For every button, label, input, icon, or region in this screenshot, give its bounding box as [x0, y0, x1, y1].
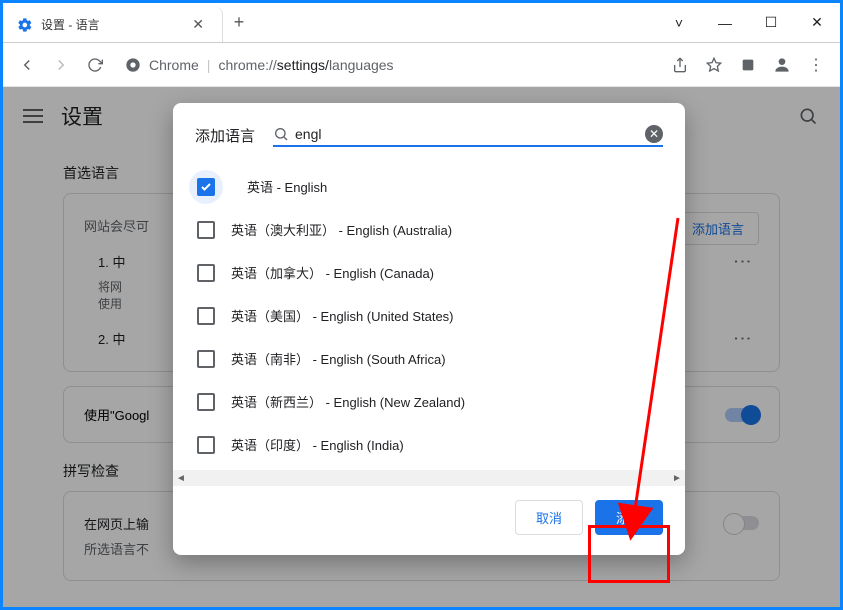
list-item[interactable]: 英语（新西兰） - English (New Zealand) [173, 380, 685, 423]
browser-tab[interactable]: 设置 - 语言 ✕ [3, 7, 223, 42]
star-icon[interactable] [700, 51, 728, 79]
maximize-button[interactable]: ☐ [748, 3, 794, 42]
share-icon[interactable] [666, 51, 694, 79]
list-item[interactable]: 英语（南非） - English (South Africa) [173, 337, 685, 380]
list-item[interactable]: 英语 - English [173, 165, 685, 208]
checkbox-icon[interactable] [197, 350, 215, 368]
chevron-down-icon[interactable]: ˅ [656, 3, 702, 42]
gear-icon [17, 17, 33, 33]
forward-button[interactable] [47, 51, 75, 79]
list-item[interactable]: 英语（美国） - English (United States) [173, 294, 685, 337]
horizontal-scrollbar[interactable]: ◄ ► [173, 470, 685, 486]
new-tab-button[interactable]: + [223, 3, 255, 42]
scroll-right-icon[interactable]: ► [669, 470, 685, 486]
profile-icon[interactable] [768, 51, 796, 79]
list-item[interactable]: 英语（加拿大） - English (Canada) [173, 251, 685, 294]
checkbox-icon[interactable] [197, 393, 215, 411]
address-bar[interactable]: Chrome | chrome://settings/languages [115, 57, 660, 73]
minimize-button[interactable]: ― [702, 3, 748, 42]
window-controls: ˅ ― ☐ ✕ [656, 3, 840, 42]
checkbox-icon[interactable] [197, 264, 215, 282]
close-button[interactable]: ✕ [794, 3, 840, 42]
url-prefix: Chrome [149, 57, 199, 73]
checkbox-icon[interactable] [197, 178, 215, 196]
checkbox-icon[interactable] [197, 307, 215, 325]
extensions-icon[interactable] [734, 51, 762, 79]
list-item[interactable]: 英语（澳大利亚） - English (Australia) [173, 208, 685, 251]
scroll-left-icon[interactable]: ◄ [173, 470, 189, 486]
tab-title: 设置 - 语言 [41, 16, 180, 33]
language-search[interactable]: ✕ [273, 123, 663, 147]
chrome-icon [125, 57, 141, 73]
list-item[interactable]: 英语（印度） - English (India) [173, 423, 685, 466]
dialog-title: 添加语言 [195, 125, 255, 146]
cancel-button[interactable]: 取消 [515, 500, 583, 535]
clear-icon[interactable]: ✕ [645, 125, 663, 143]
search-icon [273, 126, 289, 142]
language-search-input[interactable] [295, 126, 639, 142]
back-button[interactable] [13, 51, 41, 79]
language-list[interactable]: 英语 - English 英语（澳大利亚） - English (Austral… [173, 157, 685, 470]
window-titlebar: 设置 - 语言 ✕ + ˅ ― ☐ ✕ [3, 3, 840, 43]
checkbox-icon[interactable] [197, 221, 215, 239]
tab-close-icon[interactable]: ✕ [188, 16, 208, 33]
url-text: chrome://settings/languages [218, 57, 393, 73]
menu-icon[interactable]: ⋮ [802, 51, 830, 79]
reload-button[interactable] [81, 51, 109, 79]
add-button[interactable]: 添加 [595, 500, 663, 535]
browser-toolbar: Chrome | chrome://settings/languages ⋮ [3, 43, 840, 87]
checkbox-icon[interactable] [197, 436, 215, 454]
add-language-dialog: 添加语言 ✕ 英语 - English 英语（澳大利亚） - English (… [173, 103, 685, 555]
